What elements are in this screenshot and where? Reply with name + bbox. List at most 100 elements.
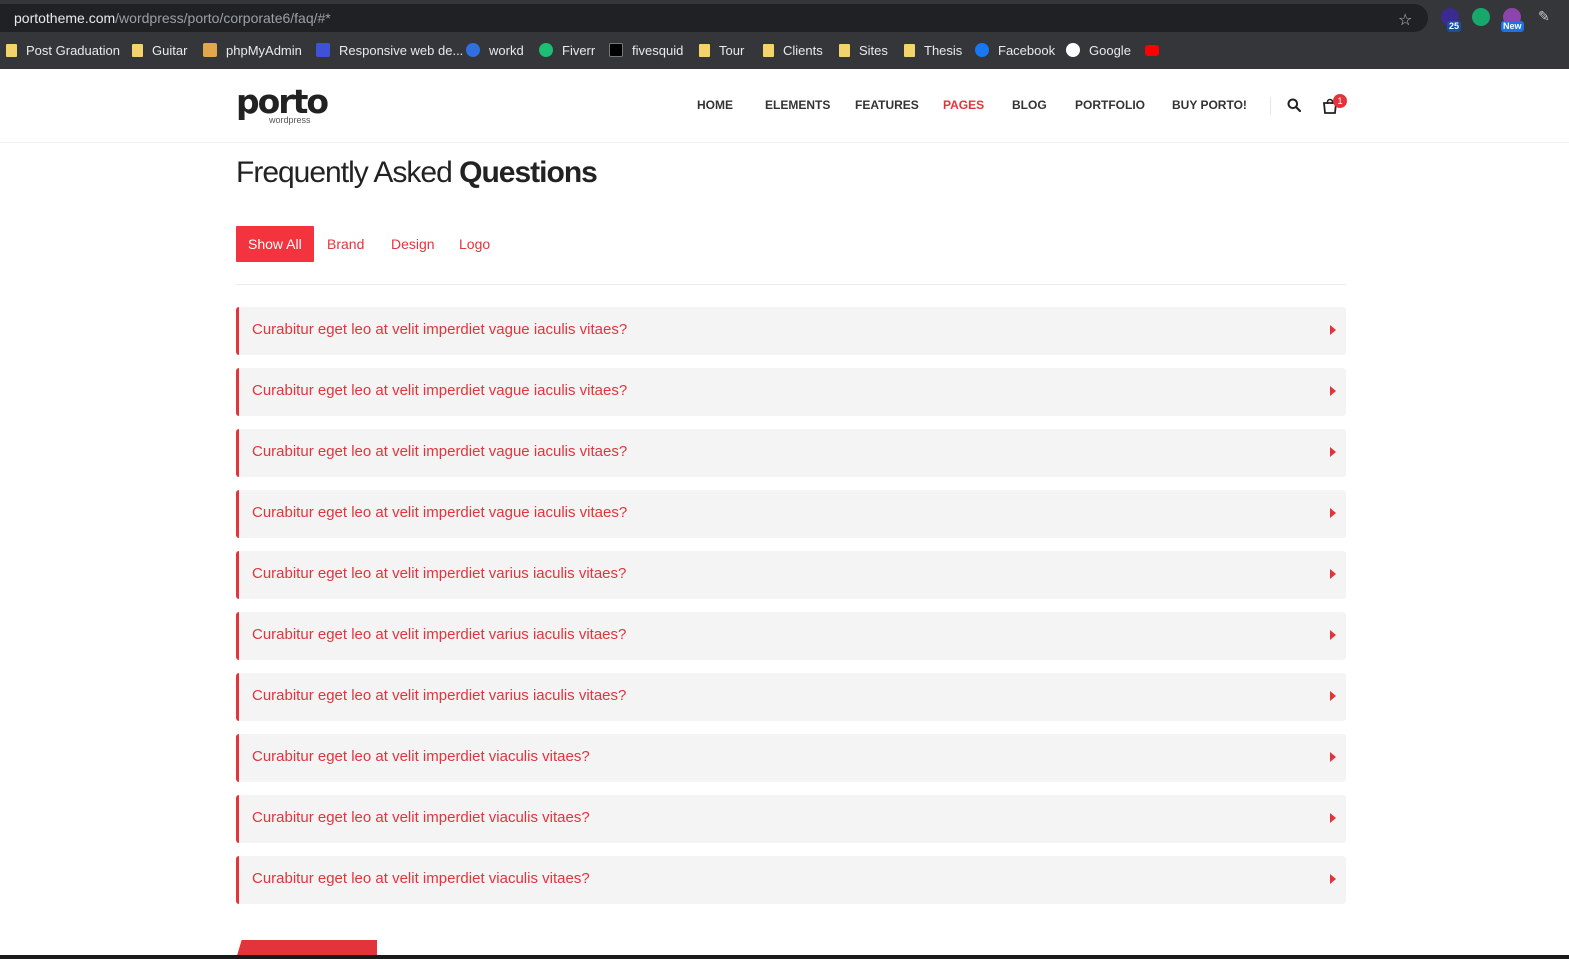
- logo-subtext: wordpress: [269, 115, 311, 125]
- bookmark-phpmyadmin[interactable]: phpMyAdmin: [203, 38, 302, 62]
- faq-question: Curabitur eget leo at velit imperdiet va…: [252, 565, 627, 582]
- extension-badge-new: New: [1501, 21, 1524, 32]
- faq-item[interactable]: Curabitur eget leo at velit imperdiet va…: [236, 307, 1346, 355]
- bookmark-label: Sites: [859, 42, 888, 58]
- logo-text: porto: [236, 82, 329, 121]
- bookmark-star-icon[interactable]: ☆: [1398, 10, 1412, 30]
- bookmark-label: Thesis: [924, 42, 963, 58]
- nav-blog[interactable]: BLOG: [1012, 98, 1047, 114]
- nav-buy-porto[interactable]: BUY PORTO!: [1172, 98, 1247, 114]
- faq-question: Curabitur eget leo at velit imperdiet vi…: [252, 870, 590, 887]
- bookmark-label: Fiverr: [562, 42, 596, 58]
- bookmark-tour[interactable]: Tour: [699, 38, 744, 62]
- extension-2-icon[interactable]: [1472, 8, 1490, 26]
- page-title-bold: Questions: [459, 156, 598, 189]
- filter-show-all[interactable]: Show All: [236, 226, 314, 262]
- browser-chrome: portotheme.com/wordpress/porto/corporate…: [0, 0, 1569, 69]
- faq-item[interactable]: Curabitur eget leo at velit imperdiet va…: [236, 490, 1346, 538]
- nav-separator: [1270, 97, 1271, 115]
- faq-question: Curabitur eget leo at velit imperdiet va…: [252, 687, 627, 704]
- youtube-icon: [1145, 44, 1159, 56]
- bookmark-sites[interactable]: Sites: [839, 38, 888, 62]
- bookmark-workd[interactable]: workd: [466, 38, 524, 62]
- filter-brand[interactable]: Brand: [327, 226, 364, 262]
- folder-icon: [132, 43, 143, 57]
- site-logo[interactable]: porto wordpress: [236, 82, 329, 129]
- filter-divider: [236, 284, 1346, 285]
- w-icon: [316, 43, 330, 57]
- nav-home[interactable]: HOME: [697, 98, 733, 114]
- faq-item[interactable]: Curabitur eget leo at velit imperdiet va…: [236, 612, 1346, 660]
- bookmark-label: phpMyAdmin: [226, 42, 302, 58]
- caret-right-icon: [1330, 569, 1336, 579]
- url-path: /wordpress/porto/corporate6/faq/#*: [115, 10, 331, 26]
- url-text[interactable]: portotheme.com/wordpress/porto/corporate…: [14, 10, 331, 26]
- faq-item[interactable]: Curabitur eget leo at velit imperdiet vi…: [236, 734, 1346, 782]
- faq-item[interactable]: Curabitur eget leo at velit imperdiet va…: [236, 673, 1346, 721]
- footer-bar: [0, 955, 1569, 959]
- nav-features[interactable]: FEATURES: [855, 98, 919, 114]
- search-icon[interactable]: [1287, 98, 1301, 112]
- cart-count-badge: 1: [1333, 94, 1347, 108]
- caret-right-icon: [1330, 752, 1336, 762]
- url-host: portotheme.com: [14, 10, 116, 26]
- faq-question: Curabitur eget leo at velit imperdiet va…: [252, 443, 628, 460]
- caret-right-icon: [1330, 630, 1336, 640]
- bookmark-label: Facebook: [998, 42, 1056, 58]
- address-bar[interactable]: portotheme.com/wordpress/porto/corporate…: [0, 4, 1428, 32]
- fiverr-icon: [539, 43, 553, 57]
- caret-right-icon: [1330, 386, 1336, 396]
- bookmark-label: fivesquid: [632, 42, 684, 58]
- faq-question: Curabitur eget leo at velit imperdiet va…: [252, 382, 628, 399]
- bookmark-fiverr[interactable]: Fiverr: [539, 38, 595, 62]
- bookmark-label: Post Graduation: [26, 42, 120, 58]
- caret-right-icon: [1330, 874, 1336, 884]
- site-header: porto wordpress HOME ELEMENTS FEATURES P…: [0, 69, 1569, 143]
- bookmark-thesis[interactable]: Thesis: [904, 38, 962, 62]
- fivesquid-icon: [609, 43, 623, 57]
- faq-item[interactable]: Curabitur eget leo at velit imperdiet vi…: [236, 795, 1346, 843]
- caret-right-icon: [1330, 447, 1336, 457]
- caret-right-icon: [1330, 325, 1336, 335]
- filter-design[interactable]: Design: [391, 226, 435, 262]
- facebook-icon: [975, 43, 989, 57]
- nav-pages[interactable]: PAGES: [943, 98, 984, 114]
- faq-item[interactable]: Curabitur eget leo at velit imperdiet va…: [236, 368, 1346, 416]
- faq-item[interactable]: Curabitur eget leo at velit imperdiet vi…: [236, 856, 1346, 904]
- folder-icon: [699, 43, 710, 57]
- google-icon: [1066, 43, 1080, 57]
- caret-right-icon: [1330, 508, 1336, 518]
- page-title: Frequently Asked Questions: [236, 156, 598, 190]
- phpmyadmin-icon: [203, 43, 217, 57]
- bookmark-post-graduation[interactable]: Post Graduation: [6, 38, 120, 62]
- bookmark-label: Clients: [783, 42, 823, 58]
- bookmark-fivesquid[interactable]: fivesquid: [609, 38, 683, 62]
- folder-icon: [763, 43, 774, 57]
- bookmark-clients[interactable]: Clients: [763, 38, 823, 62]
- extension-badge-count: 25: [1447, 21, 1462, 32]
- bookmark-label: Responsive web de...: [339, 42, 464, 58]
- bookmark-label: Google: [1089, 42, 1131, 58]
- bookmark-facebook[interactable]: Facebook: [975, 38, 1055, 62]
- nav-elements[interactable]: ELEMENTS: [765, 98, 830, 114]
- faq-question: Curabitur eget leo at velit imperdiet vi…: [252, 809, 590, 826]
- bookmarks-bar: Post Graduation Guitar phpMyAdmin Respon…: [0, 38, 1569, 62]
- filter-logo[interactable]: Logo: [459, 226, 490, 262]
- bookmark-label: Guitar: [152, 42, 188, 58]
- workd-icon: [466, 43, 480, 57]
- faq-question: Curabitur eget leo at velit imperdiet va…: [252, 626, 627, 643]
- faq-item[interactable]: Curabitur eget leo at velit imperdiet va…: [236, 429, 1346, 477]
- bookmark-responsive-web[interactable]: Responsive web de...: [316, 38, 463, 62]
- extension-4-icon[interactable]: ✎: [1538, 8, 1556, 26]
- faq-question: Curabitur eget leo at velit imperdiet va…: [252, 321, 628, 338]
- bookmark-guitar[interactable]: Guitar: [132, 38, 187, 62]
- folder-icon: [839, 43, 850, 57]
- caret-right-icon: [1330, 691, 1336, 701]
- nav-portfolio[interactable]: PORTFOLIO: [1075, 98, 1145, 114]
- bookmark-youtube[interactable]: [1145, 38, 1168, 62]
- faq-question: Curabitur eget leo at velit imperdiet va…: [252, 504, 628, 521]
- bookmark-google[interactable]: Google: [1066, 38, 1131, 62]
- bookmark-label: workd: [489, 42, 524, 58]
- bookmark-label: Tour: [719, 42, 745, 58]
- faq-item[interactable]: Curabitur eget leo at velit imperdiet va…: [236, 551, 1346, 599]
